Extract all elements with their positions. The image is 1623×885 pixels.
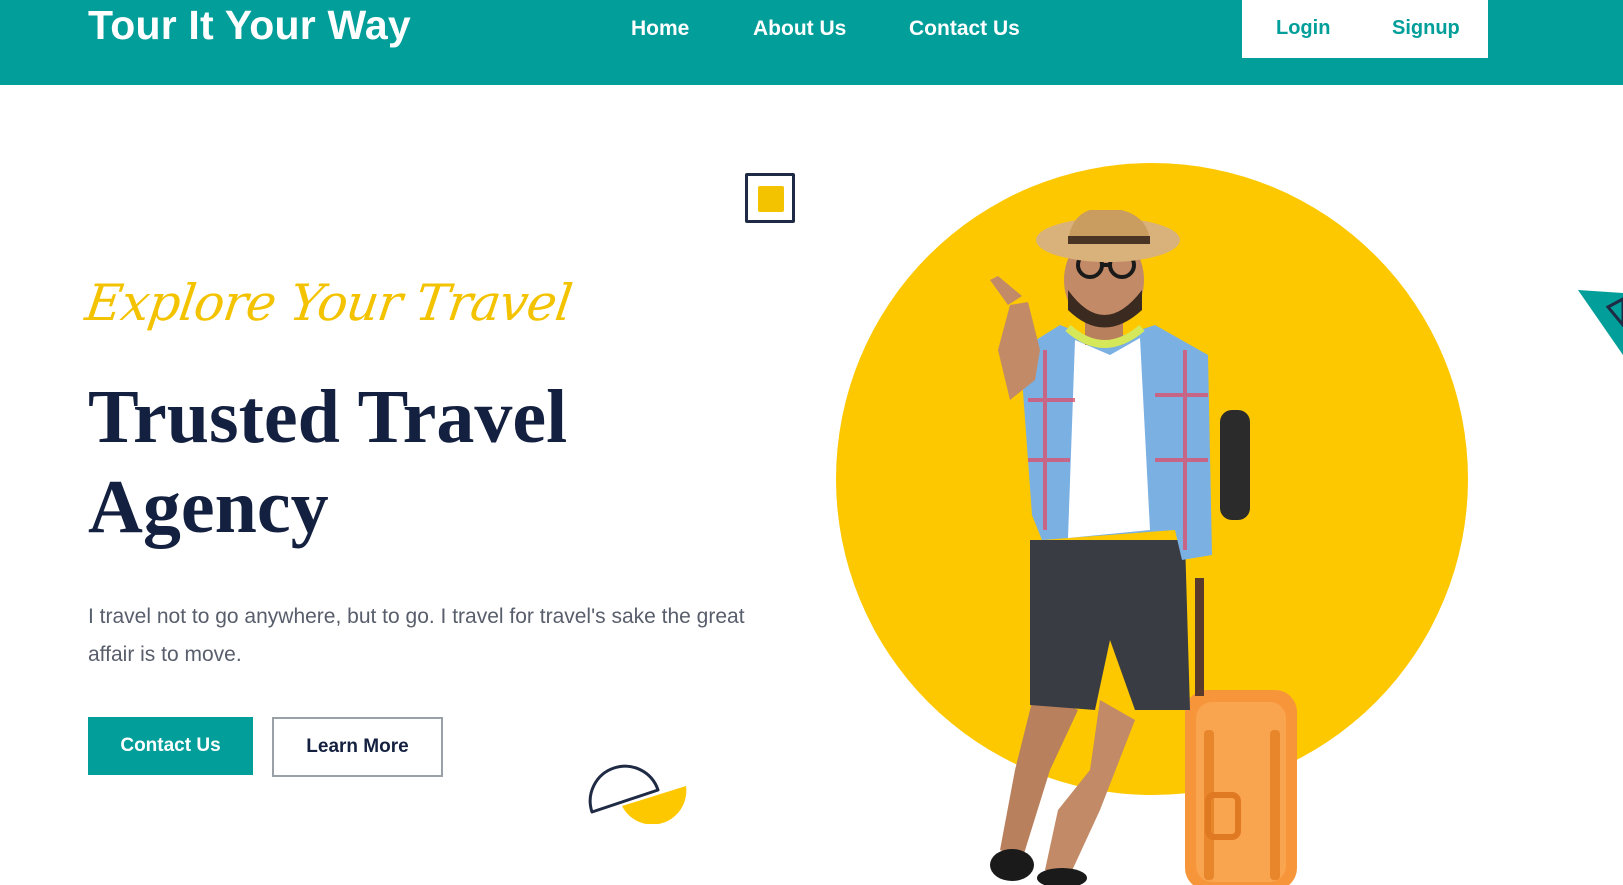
- headline-line-2: Agency: [88, 465, 329, 549]
- top-navbar: Tour It Your Way Home About Us Contact U…: [0, 0, 1623, 85]
- brand-logo[interactable]: Tour It Your Way: [88, 2, 411, 49]
- signup-link[interactable]: Signup: [1392, 17, 1460, 40]
- half-circle-decoration-icon: [588, 764, 687, 824]
- hero-headline: Trusted Travel Agency: [88, 372, 728, 552]
- hero-description: I travel not to go anywhere, but to go. …: [88, 605, 745, 666]
- contact-us-button[interactable]: Contact Us: [88, 717, 253, 775]
- login-link[interactable]: Login: [1276, 17, 1330, 40]
- headline-line-1: Trusted Travel: [88, 375, 568, 459]
- square-fill: [758, 186, 784, 212]
- triangle-decoration-icon: [1578, 290, 1623, 355]
- nav-contact-us[interactable]: Contact Us: [909, 17, 1020, 41]
- page: Tour It Your Way Home About Us Contact U…: [0, 0, 1623, 885]
- learn-more-button[interactable]: Learn More: [272, 717, 443, 777]
- nav-home[interactable]: Home: [631, 17, 689, 41]
- nav-about-us[interactable]: About Us: [753, 17, 846, 41]
- traveler-photo: [990, 210, 1297, 885]
- hero-tagline: Explore Your Travel: [81, 274, 575, 332]
- square-decoration-icon: [745, 173, 795, 223]
- auth-box: Login Signup: [1242, 0, 1488, 58]
